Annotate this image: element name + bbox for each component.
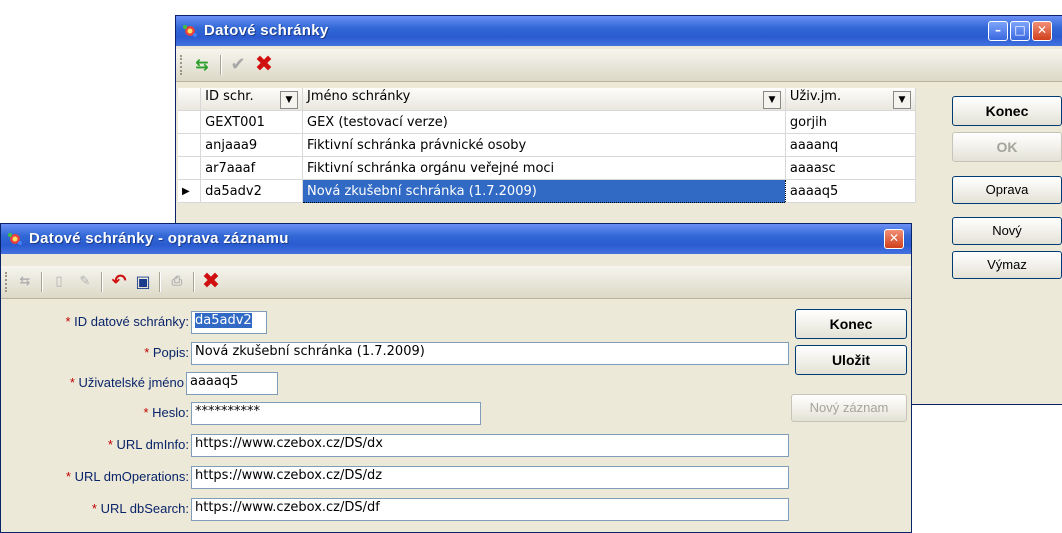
ok-button[interactable]: OK bbox=[952, 132, 1062, 162]
label-dminfo: * URL dmInfo: bbox=[107, 437, 189, 452]
label-id: * ID datové schránky: bbox=[65, 314, 189, 329]
vymaz-button[interactable]: Výmaz bbox=[952, 251, 1062, 279]
cell-user[interactable]: aaaaq5 bbox=[785, 179, 917, 203]
dialog-konec-button[interactable]: Konec bbox=[795, 309, 907, 339]
table-row[interactable]: ar7aaaf Fiktivní schránka orgánu veřejné… bbox=[178, 156, 917, 180]
edit-document-icon[interactable]: ✎ bbox=[75, 272, 95, 292]
current-row-arrow-icon: ▶ bbox=[178, 179, 202, 203]
cell-id[interactable]: GEXT001 bbox=[200, 110, 303, 134]
refresh-icon[interactable]: ⇆ bbox=[15, 272, 35, 292]
cell-name[interactable]: Nová zkušební schránka (1.7.2009) bbox=[302, 179, 786, 203]
print-icon[interactable]: ⎙ bbox=[167, 272, 187, 292]
app-gear-icon bbox=[8, 233, 22, 245]
konec-button[interactable]: Konec bbox=[952, 96, 1062, 126]
cell-id[interactable]: ar7aaaf bbox=[200, 156, 303, 180]
dialog-title: Datové schránky - oprava záznamu bbox=[29, 230, 289, 247]
dropdown-arrow-icon[interactable]: ▼ bbox=[280, 91, 298, 109]
novy-button[interactable]: Nový bbox=[952, 217, 1062, 245]
undo-icon[interactable]: ↶ bbox=[109, 272, 129, 292]
dialog-close-button[interactable]: ✕ bbox=[884, 229, 904, 249]
cell-id[interactable]: anjaaa9 bbox=[200, 133, 303, 157]
app-gear-icon bbox=[183, 25, 197, 37]
cell-user[interactable]: gorjih bbox=[785, 110, 917, 134]
id-field[interactable]: da5adv2 bbox=[191, 311, 267, 334]
label-dmops: * URL dmOperations: bbox=[65, 469, 189, 484]
column-header-user[interactable]: Uživ.jm. ▼ bbox=[785, 88, 917, 111]
username-field[interactable]: aaaaq5 bbox=[186, 372, 278, 395]
maximize-button[interactable]: □ bbox=[1010, 21, 1030, 41]
refresh-icon[interactable]: ⇆ bbox=[192, 55, 212, 75]
dialog-toolbar: ⇆ ▯ ✎ ↶ ▣ ⎙ ✖ bbox=[1, 266, 911, 299]
label-popis: * Popis: bbox=[144, 345, 189, 360]
toolbar-separator bbox=[41, 272, 43, 292]
id-field-value: da5adv2 bbox=[195, 313, 252, 328]
table-row-selected[interactable]: ▶ da5adv2 Nová zkušební schránka (1.7.20… bbox=[178, 179, 917, 203]
label-user: * Uživatelské jméno bbox=[69, 375, 184, 390]
cell-user[interactable]: aaaanq bbox=[785, 133, 917, 157]
cell-id[interactable]: da5adv2 bbox=[200, 179, 303, 203]
main-window-title: Datové schránky bbox=[204, 22, 329, 39]
column-header-id[interactable]: ID schr. ▼ bbox=[200, 88, 303, 111]
dialog-titlebar[interactable]: Datové schránky - oprava záznamu ✕ bbox=[1, 224, 911, 254]
check-icon[interactable]: ✔ bbox=[228, 55, 248, 75]
table-header-row: ID schr. ▼ Jméno schránky ▼ Uživ.jm. ▼ bbox=[178, 88, 917, 111]
toolbar-separator bbox=[220, 55, 222, 75]
novy-zaznam-button[interactable]: Nový záznam bbox=[791, 394, 907, 422]
column-header-name[interactable]: Jméno schránky ▼ bbox=[302, 88, 786, 111]
toolbar-grip bbox=[5, 272, 10, 292]
cell-name[interactable]: Fiktivní schránka právnické osoby bbox=[302, 133, 786, 157]
oprava-button[interactable]: Oprava bbox=[952, 176, 1062, 204]
save-icon[interactable]: ▣ bbox=[133, 272, 153, 292]
row-indicator bbox=[178, 110, 202, 134]
row-indicator bbox=[178, 156, 202, 180]
dropdown-arrow-icon[interactable]: ▼ bbox=[762, 91, 781, 109]
row-indicator-header bbox=[178, 88, 202, 111]
new-document-icon[interactable]: ▯ bbox=[49, 272, 69, 292]
cell-name[interactable]: GEX (testovací verze) bbox=[302, 110, 786, 134]
main-titlebar[interactable]: Datové schránky – □ ✕ bbox=[176, 16, 1062, 46]
table-row[interactable]: anjaaa9 Fiktivní schránka právnické osob… bbox=[178, 133, 917, 157]
mailbox-table: ID schr. ▼ Jméno schránky ▼ Uživ.jm. ▼ G… bbox=[178, 88, 917, 203]
dminfo-url-field[interactable]: https://www.czebox.cz/DS/dx bbox=[191, 434, 789, 457]
table-row[interactable]: GEXT001 GEX (testovací verze) gorjih bbox=[178, 110, 917, 134]
password-field[interactable]: ********** bbox=[191, 402, 481, 425]
toolbar-separator bbox=[193, 272, 195, 292]
delete-icon[interactable]: ✖ bbox=[254, 54, 274, 76]
edit-dialog: Datové schránky - oprava záznamu ✕ ⇆ ▯ ✎… bbox=[0, 223, 912, 533]
dropdown-arrow-icon[interactable]: ▼ bbox=[893, 91, 911, 109]
ulozit-button[interactable]: Uložit bbox=[795, 345, 907, 375]
main-toolbar: ⇆ ✔ ✖ bbox=[176, 49, 1062, 82]
minimize-button[interactable]: – bbox=[988, 21, 1008, 41]
toolbar-separator bbox=[101, 272, 103, 292]
row-indicator bbox=[178, 133, 202, 157]
dmoperations-url-field[interactable]: https://www.czebox.cz/DS/dz bbox=[191, 466, 789, 489]
toolbar-grip bbox=[180, 55, 185, 75]
cell-name[interactable]: Fiktivní schránka orgánu veřejné moci bbox=[302, 156, 786, 180]
delete-icon[interactable]: ✖ bbox=[201, 271, 221, 293]
dbsearch-url-field[interactable]: https://www.czebox.cz/DS/df bbox=[191, 498, 789, 521]
label-dbsearch: * URL dbSearch: bbox=[91, 501, 189, 516]
cell-user[interactable]: aaaasc bbox=[785, 156, 917, 180]
close-button[interactable]: ✕ bbox=[1032, 21, 1052, 41]
label-heslo: * Heslo: bbox=[143, 405, 189, 420]
popis-field[interactable]: Nová zkušební schránka (1.7.2009) bbox=[191, 342, 789, 365]
toolbar-separator bbox=[159, 272, 161, 292]
